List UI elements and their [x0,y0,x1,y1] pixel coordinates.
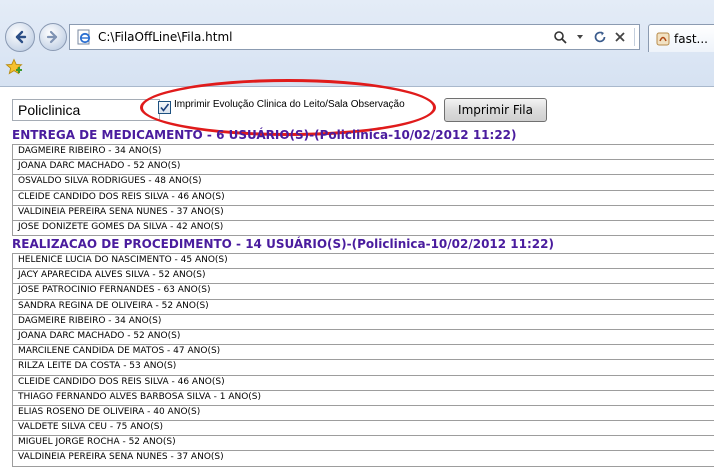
group-entrega-medicamento: ENTREGA DE MEDICAMENTO - 6 USUÁRIO(S)-(P… [12,128,714,237]
table-row: HELENICE LUCIA DO NASCIMENTO - 45 ANO(S) [12,254,714,270]
patient-list: DAGMEIRE RIBEIRO - 34 ANO(S) JOANA DARC … [12,144,714,237]
table-row: CLEIDE CANDIDO DOS REIS SILVA - 46 ANO(S… [12,375,714,391]
print-queue-button[interactable]: Imprimir Fila [444,98,547,122]
unit-select-value: Policlinica [18,102,81,118]
browser-tab[interactable]: fast... [648,24,714,52]
group-title: ENTREGA DE MEDICAMENTO - 6 USUÁRIO(S)-(P… [12,128,517,142]
group-title: REALIZACAO DE PROCEDIMENTO - 14 USUÁRIO(… [12,237,554,251]
checkmark-icon [160,103,170,112]
table-row: MARCILENE CANDIDA DE MATOS - 47 ANO(S) [12,345,714,361]
table-row: SANDRA REGINA DE OLIVEIRA - 52 ANO(S) [12,299,714,315]
stop-icon[interactable] [612,29,628,45]
page-content: Policlinica Imprimir Evolução Clinica do… [0,79,714,469]
table-row: OSVALDO SILVA RODRIGUES - 48 ANO(S) [12,175,714,191]
favorites-star-icon[interactable] [5,58,23,76]
back-button[interactable] [5,22,35,52]
forward-button[interactable] [39,23,67,51]
unit-select[interactable]: Policlinica [12,99,160,121]
tab-label: fast... [674,32,708,46]
address-text[interactable]: C:\FilaOffLine\Fila.html [98,30,232,44]
refresh-icon[interactable] [592,29,608,45]
table-row: CLEIDE CANDIDO DOS REIS SILVA - 46 ANO(S… [12,190,714,206]
tab-favicon-icon [656,32,670,46]
table-row: JOSE DONIZETE GOMES DA SILVA - 42 ANO(S) [12,220,714,237]
favorites-bar [0,56,714,80]
address-tools [552,28,635,46]
back-arrow-icon [15,30,27,44]
ie-page-icon [77,29,91,45]
table-row: VALDINEIA PEREIRA SENA NUNES - 37 ANO(S) [12,451,714,467]
table-row: JOSE PATROCINIO FERNANDES - 63 ANO(S) [12,284,714,300]
table-row: JOANA DARC MACHADO - 52 ANO(S) [12,160,714,176]
table-row: MIGUEL JORGE ROCHA - 52 ANO(S) [12,436,714,452]
table-row: VALDETE SILVA CEU - 75 ANO(S) [12,421,714,437]
print-evolution-checkbox[interactable] [158,101,171,114]
search-icon[interactable] [552,29,568,45]
table-row: VALDINEIA PEREIRA SENA NUNES - 37 ANO(S) [12,205,714,221]
print-evolution-label: Imprimir Evolução Clinica do Leito/Sala … [174,99,405,110]
dropdown-arrow-icon[interactable] [572,29,588,45]
table-row: RILZA LEITE DA COSTA - 53 ANO(S) [12,360,714,376]
toolbar-separator [634,28,635,46]
table-row: DAGMEIRE RIBEIRO - 34 ANO(S) [12,145,714,161]
table-row: JACY APARECIDA ALVES SILVA - 52 ANO(S) [12,269,714,285]
table-row: DAGMEIRE RIBEIRO - 34 ANO(S) [12,314,714,330]
table-row: JOANA DARC MACHADO - 52 ANO(S) [12,329,714,346]
forward-arrow-icon [46,30,58,44]
browser-chrome: C:\FilaOffLine\Fila.html fast... [0,0,714,87]
address-bar[interactable]: C:\FilaOffLine\Fila.html [69,24,640,50]
table-row: ELIAS ROSENO DE OLIVEIRA - 40 ANO(S) [12,405,714,422]
table-row: THIAGO FERNANDO ALVES BARBOSA SILVA - 1 … [12,390,714,406]
patient-list: HELENICE LUCIA DO NASCIMENTO - 45 ANO(S)… [12,253,714,467]
group-realizacao-procedimento: REALIZACAO DE PROCEDIMENTO - 14 USUÁRIO(… [12,237,714,467]
